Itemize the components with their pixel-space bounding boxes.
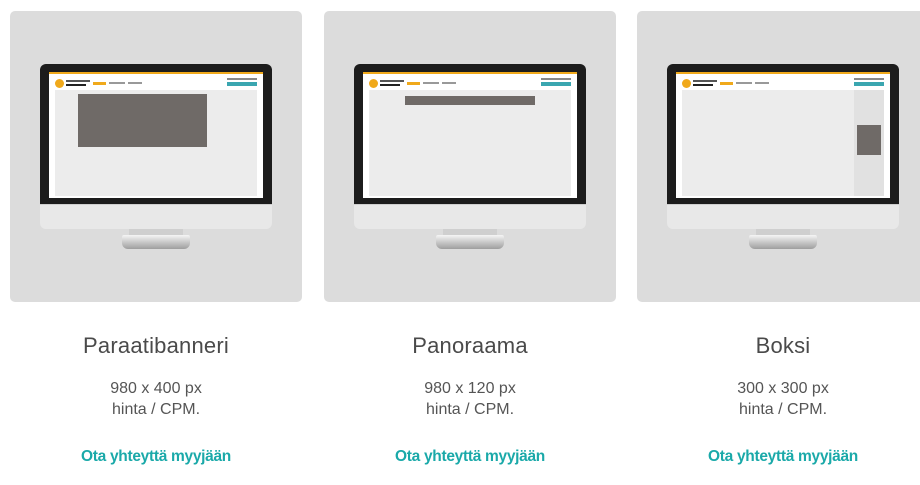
monitor-preview-panel bbox=[637, 11, 920, 302]
monitor-stand bbox=[749, 235, 817, 249]
monitor-stand bbox=[436, 235, 504, 249]
ad-format-price: hinta / CPM. bbox=[738, 401, 828, 418]
page-content-area bbox=[55, 90, 257, 196]
page-content-area bbox=[369, 90, 571, 196]
ad-format-size: 300 x 300 px bbox=[737, 380, 829, 397]
contact-seller-link[interactable]: Ota yhteyttä myyjään bbox=[10, 448, 302, 466]
ad-placement-block bbox=[78, 94, 207, 147]
page-content-area bbox=[682, 90, 884, 196]
monitor-screen bbox=[49, 72, 263, 198]
contact-seller-link[interactable]: Ota yhteyttä myyjään bbox=[637, 448, 920, 466]
ad-format-size: 980 x 120 px bbox=[424, 380, 516, 397]
ad-format-details: 980 x 400 px hinta / CPM. bbox=[10, 378, 302, 420]
page-sidebar bbox=[854, 90, 884, 196]
ad-format-title: Paraatibanneri bbox=[83, 333, 229, 358]
monitor-illustration bbox=[667, 64, 899, 249]
monitor-bezel bbox=[667, 64, 899, 204]
site-logo-icon bbox=[682, 79, 691, 88]
site-logo-icon bbox=[55, 79, 64, 88]
ad-card-paraatibanneri: Paraatibanneri 980 x 400 px hinta / CPM.… bbox=[10, 11, 302, 466]
ad-card-panoraama: Panoraama 980 x 120 px hinta / CPM. Ota … bbox=[324, 11, 616, 466]
monitor-illustration bbox=[354, 64, 586, 249]
monitor-screen bbox=[676, 72, 890, 198]
monitor-bezel bbox=[40, 64, 272, 204]
monitor-chin bbox=[354, 204, 586, 229]
monitor-chin bbox=[40, 204, 272, 229]
ad-format-title: Boksi bbox=[755, 333, 811, 358]
monitor-stand bbox=[122, 235, 190, 249]
monitor-preview-panel bbox=[324, 11, 616, 302]
monitor-screen bbox=[363, 72, 577, 198]
ad-format-title: Panoraama bbox=[412, 333, 528, 358]
ad-format-price: hinta / CPM. bbox=[111, 401, 201, 418]
ad-format-details: 300 x 300 px hinta / CPM. bbox=[637, 378, 920, 420]
ad-format-size: 980 x 400 px bbox=[110, 380, 202, 397]
ad-placement-block bbox=[405, 96, 535, 105]
monitor-bezel bbox=[354, 64, 586, 204]
contact-seller-link[interactable]: Ota yhteyttä myyjään bbox=[324, 448, 616, 466]
ad-format-details: 980 x 120 px hinta / CPM. bbox=[324, 378, 616, 420]
ad-format-price: hinta / CPM. bbox=[425, 401, 515, 418]
monitor-illustration bbox=[40, 64, 272, 249]
ad-format-cards: Paraatibanneri 980 x 400 px hinta / CPM.… bbox=[0, 0, 920, 485]
site-logo-icon bbox=[369, 79, 378, 88]
ad-placement-block bbox=[857, 125, 881, 155]
monitor-chin bbox=[667, 204, 899, 229]
ad-card-boksi: Boksi 300 x 300 px hinta / CPM. Ota yhte… bbox=[637, 11, 920, 466]
monitor-preview-panel bbox=[10, 11, 302, 302]
